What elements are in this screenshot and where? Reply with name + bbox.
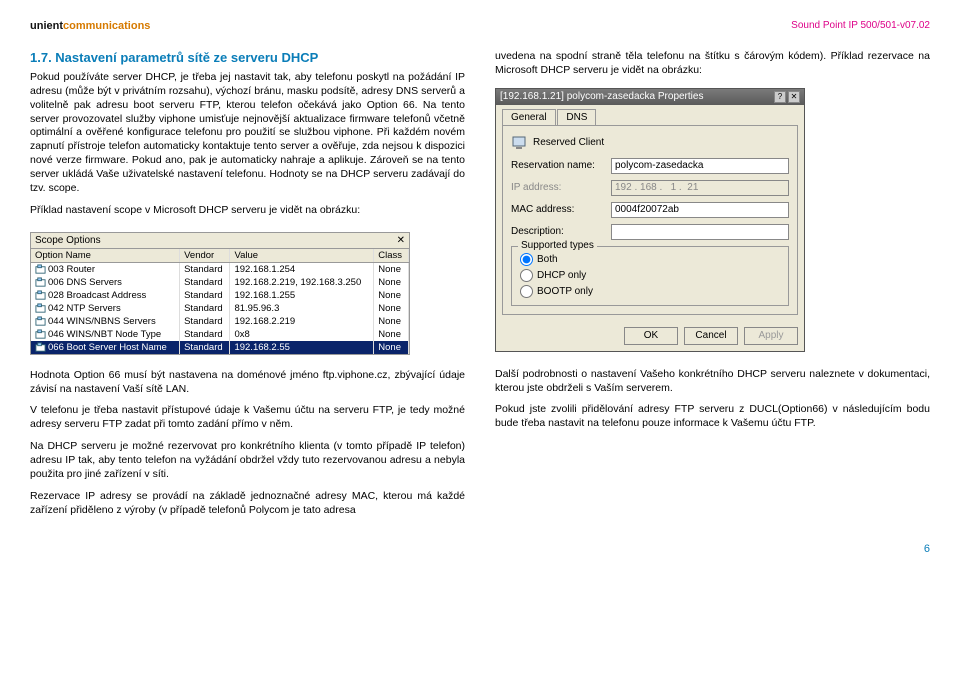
left-p2: Příklad nastavení scope v Microsoft DHCP… (30, 204, 465, 218)
tab-dns[interactable]: DNS (557, 109, 596, 125)
reservation-name-input[interactable] (611, 158, 789, 174)
radio-bootp-only[interactable] (520, 285, 533, 298)
tab-general[interactable]: General (502, 109, 556, 125)
ok-button[interactable]: OK (624, 327, 678, 345)
right-p2: Další podrobnosti o nastavení Vašeho kon… (495, 368, 930, 396)
radio-both-label: Both (537, 254, 558, 265)
radio-both[interactable] (520, 253, 533, 266)
radio-dhcp-only[interactable] (520, 269, 533, 282)
mac-address-label: MAC address: (511, 204, 611, 215)
brand-suffix: communications (63, 20, 150, 32)
table-row[interactable]: 003 RouterStandard192.168.1.254None (31, 262, 409, 276)
section-title: 1.7. Nastavení parametrů sítě ze serveru… (30, 50, 465, 65)
scope-options-window: Scope Options ✕ Option Name Vendor Value… (30, 232, 410, 355)
option-icon (35, 316, 46, 327)
close-icon[interactable]: ✕ (788, 91, 800, 103)
brand-prefix: unient (30, 20, 63, 32)
table-row[interactable]: 044 WINS/NBNS ServersStandard192.168.2.2… (31, 315, 409, 328)
cancel-button[interactable]: Cancel (684, 327, 738, 345)
mac-address-input[interactable] (611, 202, 789, 218)
right-p1: uvedena na spodní straně těla telefonu n… (495, 50, 930, 78)
option-icon (35, 277, 46, 288)
tab-panel-general: Reserved Client Reservation name: IP add… (502, 125, 798, 315)
option-icon (35, 342, 46, 353)
close-icon[interactable]: ✕ (397, 235, 405, 246)
table-row[interactable]: 006 DNS ServersStandard192.168.2.219, 19… (31, 276, 409, 289)
left-p1: Pokud používáte server DHCP, je třeba je… (30, 71, 465, 196)
computer-icon (511, 134, 529, 152)
reservation-name-label: Reservation name: (511, 160, 611, 171)
ip-address-label: IP address: (511, 182, 611, 193)
reservation-properties-window: [192.168.1.21] polycom-zasedacka Propert… (495, 88, 805, 352)
radio-dhcp-only-label: DHCP only (537, 270, 586, 281)
table-row[interactable]: 066 Boot Server Host NameStandard192.168… (31, 341, 409, 354)
option-icon (35, 303, 46, 314)
col-vendor[interactable]: Vendor (180, 249, 230, 263)
col-class[interactable]: Class (374, 249, 409, 263)
apply-button[interactable]: Apply (744, 327, 798, 345)
table-row[interactable]: 028 Broadcast AddressStandard192.168.1.2… (31, 289, 409, 302)
col-value[interactable]: Value (230, 249, 374, 263)
left-p5: Na DHCP serveru je možné rezervovat pro … (30, 440, 465, 482)
supported-types-fieldset: Supported types Both DHCP only BOOTP onl… (511, 246, 789, 306)
description-input[interactable] (611, 224, 789, 240)
radio-bootp-only-label: BOOTP only (537, 286, 593, 297)
left-p3: Hodnota Option 66 musí být nastavena na … (30, 369, 465, 397)
option-icon (35, 264, 46, 275)
right-p3: Pokud jste zvolili přidělování adresy FT… (495, 403, 930, 431)
option-icon (35, 290, 46, 301)
page-number: 6 (30, 543, 930, 555)
supported-types-legend: Supported types (518, 240, 597, 251)
scope-options-table: Option Name Vendor Value Class 003 Route… (31, 249, 409, 354)
left-p6: Rezervace IP adresy se provádí na základ… (30, 490, 465, 518)
brand: unientcommunications (30, 20, 150, 32)
table-row[interactable]: 042 NTP ServersStandard81.95.96.3None (31, 302, 409, 315)
help-icon[interactable]: ? (774, 91, 786, 103)
col-option-name[interactable]: Option Name (31, 249, 180, 263)
option-icon (35, 329, 46, 340)
props-title: [192.168.1.21] polycom-zasedacka Propert… (500, 91, 703, 102)
description-label: Description: (511, 226, 611, 237)
table-row[interactable]: 046 WINS/NBT Node TypeStandard0x8None (31, 328, 409, 341)
doc-version: Sound Point IP 500/501-v07.02 (791, 20, 930, 32)
scope-window-title: Scope Options (35, 235, 101, 246)
ip-address-input (611, 180, 789, 196)
left-p4: V telefonu je třeba nastavit přístupové … (30, 404, 465, 432)
reserved-client-label: Reserved Client (533, 137, 604, 148)
